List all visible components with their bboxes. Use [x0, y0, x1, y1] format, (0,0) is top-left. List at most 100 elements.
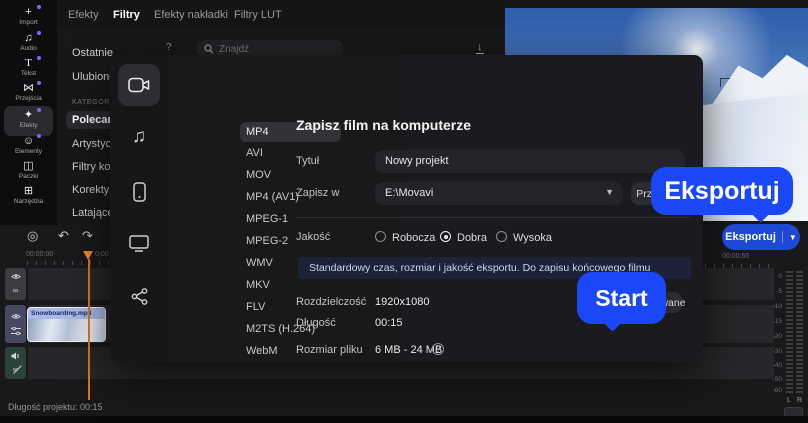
audio-note-icon: ♫ [0, 31, 57, 45]
timeline-clip-snowboarding[interactable]: Snowboarding.mp4 [27, 307, 106, 342]
meter-label: 0 [778, 273, 782, 280]
category-korekty[interactable]: Korekty [72, 184, 109, 196]
export-target-rail: ♫ [110, 55, 168, 362]
quality-radio-dobra[interactable] [440, 231, 451, 242]
record-icon[interactable]: ◎ [27, 229, 38, 243]
ruler-label-start: 00:00:00 [26, 251, 54, 258]
format-item[interactable]: FLV [246, 301, 265, 313]
format-item[interactable]: MP4 (AV1) [246, 191, 299, 203]
saveto-field-label: Zapisz w [296, 187, 340, 199]
meter-label: -20 [772, 333, 782, 340]
category-latajace[interactable]: Latające [72, 207, 114, 219]
format-item[interactable]: MKV [246, 279, 270, 291]
chevron-down-icon: ▼ [605, 187, 614, 197]
sidebar-item-import[interactable]: + Import [0, 5, 57, 31]
unlink-icon[interactable]: ∞ [13, 365, 19, 374]
quality-radio-wysoka[interactable] [496, 231, 507, 242]
target-audio-tab[interactable]: ♫ [118, 116, 160, 158]
phone-icon [132, 182, 146, 202]
sidebar-item-audio[interactable]: ♫ Audio [0, 31, 57, 57]
filter-tabbar: Efekty Filtry Efekty nakładki Filtry LUT [57, 0, 505, 28]
track-header-3[interactable]: ∞ [5, 347, 26, 379]
help-icon[interactable]: ? [166, 42, 172, 53]
effects-icon: ✦ [0, 108, 57, 122]
library-shortcut-ulubione[interactable]: Ulubione [72, 71, 115, 83]
ruler-label-mid: 0:00 [95, 251, 109, 258]
ski-lift [720, 78, 731, 88]
title-input[interactable] [375, 150, 685, 172]
ruler-ticks-left [27, 261, 109, 265]
format-item[interactable]: MOV [246, 169, 271, 181]
undo-icon[interactable]: ↶ [58, 229, 69, 243]
track-header-2[interactable] [5, 305, 26, 343]
elements-icon: ☺ [0, 134, 57, 148]
format-item[interactable]: WebM [246, 345, 278, 357]
format-item[interactable]: MPEG-2 [246, 235, 288, 247]
bottom-strip [0, 416, 808, 423]
quality-radio-robocza[interactable] [375, 231, 386, 242]
playhead-line [88, 259, 90, 400]
download-icon[interactable]: ↓ [476, 41, 484, 54]
sidebar-item-efekty[interactable]: ✦ Efekty [0, 106, 57, 136]
target-device-tab[interactable] [118, 171, 160, 213]
track-header-1[interactable]: ∞ [5, 268, 26, 300]
duration-value: 00:15 [375, 317, 403, 329]
search-input[interactable] [219, 43, 329, 55]
main-sidebar: + Import ♫ Audio T Tekst ⋈ Przejścia ✦ Efekty… [0, 0, 57, 225]
library-shortcut-ostatnie[interactable]: Ostatnie [72, 47, 113, 59]
format-item[interactable]: WMV [246, 257, 273, 269]
redo-icon[interactable]: ↷ [82, 229, 93, 243]
category-filtry-kolorow[interactable]: Filtry kol [72, 161, 113, 173]
export-button[interactable]: Eksportuj ▼ [722, 224, 800, 250]
meter-channel-right: R [797, 397, 803, 404]
quality-option-label[interactable]: Wysoka [513, 232, 552, 244]
duration-label: Długość [296, 317, 336, 329]
quality-option-label[interactable]: Dobra [457, 232, 487, 244]
saveto-value: E:\Movavi [385, 187, 434, 199]
project-length-status: Długość projektu: 00:15 [8, 402, 103, 412]
tab-filtry-lut[interactable]: Filtry LUT [234, 9, 282, 21]
start-callout-bubble: Start [577, 272, 666, 324]
sidebar-item-paczki[interactable]: ◫ Paczki [0, 160, 57, 185]
title-field-label: Tytuł [296, 155, 320, 167]
sidebar-item-narzedzia[interactable]: ⊞ Narzędzia [0, 185, 57, 210]
visibility-eye-icon[interactable] [10, 273, 21, 280]
video-camera-icon [128, 77, 150, 93]
import-plus-icon: + [0, 5, 57, 19]
filesize-label: Rozmiar pliku [296, 344, 363, 356]
quality-label: Jakość [296, 231, 331, 243]
packages-icon: ◫ [23, 160, 34, 172]
tools-icon: ⊞ [23, 185, 34, 197]
format-item[interactable]: AVI [246, 147, 263, 159]
link-icon[interactable]: ∞ [13, 286, 19, 295]
sidebar-item-tekst[interactable]: T Tekst [0, 56, 57, 82]
sidebar-item-przejscia[interactable]: ⋈ Przejścia [0, 81, 57, 107]
target-share-tab[interactable] [118, 275, 160, 317]
sidebar-item-elementy[interactable]: ☺ Elementy [0, 134, 57, 160]
export-callout-label: Eksportuj [664, 176, 780, 205]
tab-efekty[interactable]: Efekty [68, 9, 99, 21]
format-item[interactable]: MPEG-1 [246, 213, 288, 225]
movavi-video-editor-window: ? ↓ Ostatnie Ulubione KATEGORIE Polecane… [0, 0, 808, 423]
tv-icon [129, 234, 149, 252]
meter-label: -10 [772, 303, 782, 310]
clip-name-label: Snowboarding.mp4 [28, 308, 105, 319]
format-list: MP4 AVI MOV MP4 (AV1) MPEG-1 MPEG-2 WMV … [168, 55, 402, 362]
tab-filtry[interactable]: Filtry [113, 9, 140, 21]
filters-sliders-icon[interactable] [10, 327, 21, 336]
quality-option-label[interactable]: Robocza [392, 232, 435, 244]
tab-efekty-nakladki[interactable]: Efekty nakładki [154, 9, 228, 21]
chevron-down-icon: ▼ [788, 232, 797, 242]
title-field[interactable] [375, 150, 685, 173]
export-callout-bubble: Eksportuj [651, 167, 793, 215]
share-icon [131, 287, 147, 305]
speaker-icon[interactable] [11, 352, 20, 360]
help-circle-icon[interactable]: ? [432, 343, 444, 355]
target-computer-tab[interactable] [118, 64, 160, 106]
target-tv-tab[interactable] [118, 222, 160, 264]
button-divider [781, 231, 783, 243]
meter-label: -15 [772, 318, 782, 325]
visibility-eye-icon[interactable] [10, 313, 21, 320]
clip-thumbnails [28, 319, 105, 341]
saveto-dropdown[interactable]: E:\Movavi ▼ [375, 182, 623, 205]
